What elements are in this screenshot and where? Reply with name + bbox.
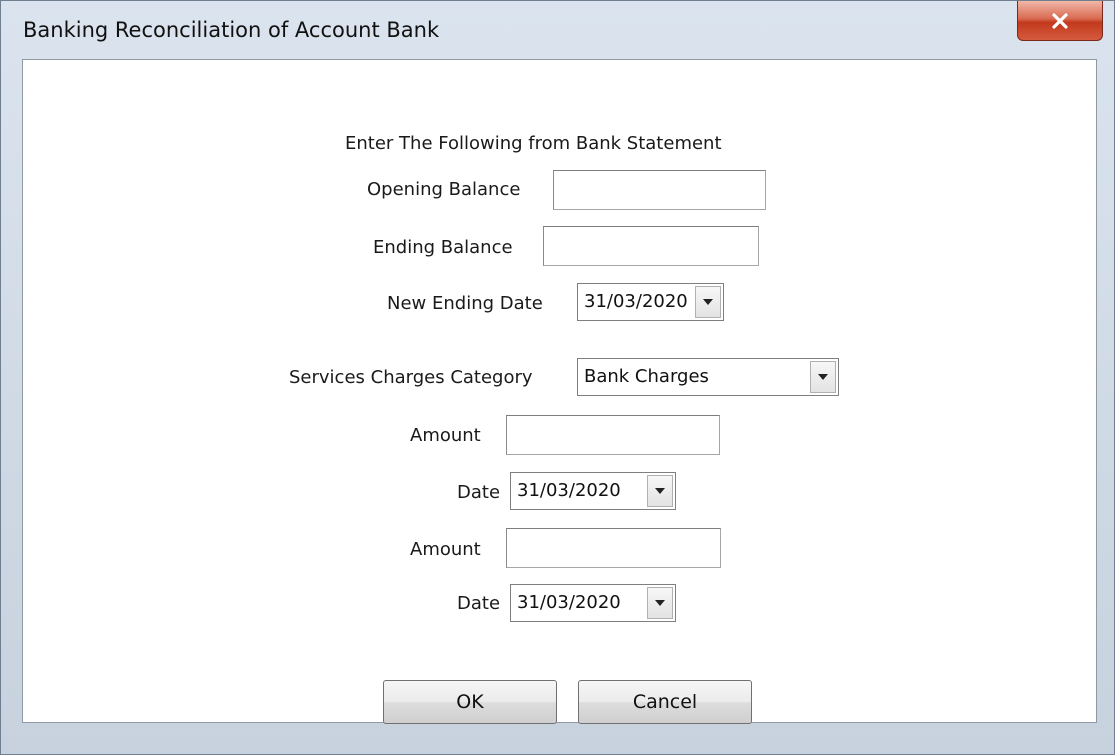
date-2-picker[interactable]: 31/03/2020 (510, 584, 676, 622)
date-2-value: 31/03/2020 (517, 592, 621, 613)
dialog-body: Enter The Following from Bank Statement … (22, 59, 1097, 724)
services-charges-category-value: Bank Charges (584, 366, 709, 387)
date-1-label: Date (457, 482, 501, 503)
window-title: Banking Reconciliation of Account Bank (23, 18, 440, 42)
opening-balance-input[interactable] (553, 170, 766, 210)
services-charges-category-label: Services Charges Category (289, 367, 533, 388)
date-2-dropdown-button[interactable] (647, 587, 673, 619)
new-ending-date-dropdown-button[interactable] (695, 286, 721, 318)
date-2-label: Date (457, 593, 501, 614)
chevron-down-icon (655, 600, 665, 606)
services-charges-category-dropdown-button[interactable] (810, 361, 836, 393)
chevron-down-icon (655, 488, 665, 494)
amount-1-input[interactable] (506, 415, 720, 455)
dialog-window: Banking Reconciliation of Account Bank E… (0, 0, 1115, 755)
new-ending-date-picker[interactable]: 31/03/2020 (577, 283, 724, 321)
date-1-picker[interactable]: 31/03/2020 (510, 472, 676, 510)
date-1-dropdown-button[interactable] (647, 475, 673, 507)
form-heading: Enter The Following from Bank Statement (345, 133, 722, 154)
ok-button[interactable]: OK (383, 680, 557, 724)
close-button[interactable] (1017, 1, 1103, 41)
services-charges-category-select[interactable]: Bank Charges (577, 358, 839, 396)
new-ending-date-label: New Ending Date (387, 293, 543, 314)
close-icon (1052, 12, 1068, 29)
amount-1-label: Amount (410, 425, 481, 446)
cancel-button[interactable]: Cancel (578, 680, 752, 724)
ending-balance-input[interactable] (543, 226, 759, 266)
date-1-value: 31/03/2020 (517, 480, 621, 501)
chevron-down-icon (703, 299, 713, 305)
chevron-down-icon (818, 374, 828, 380)
ending-balance-label: Ending Balance (373, 237, 513, 258)
opening-balance-label: Opening Balance (367, 179, 521, 200)
new-ending-date-value: 31/03/2020 (584, 291, 688, 312)
title-bar[interactable]: Banking Reconciliation of Account Bank (1, 1, 1114, 59)
amount-2-label: Amount (410, 539, 481, 560)
amount-2-input[interactable] (506, 528, 721, 568)
